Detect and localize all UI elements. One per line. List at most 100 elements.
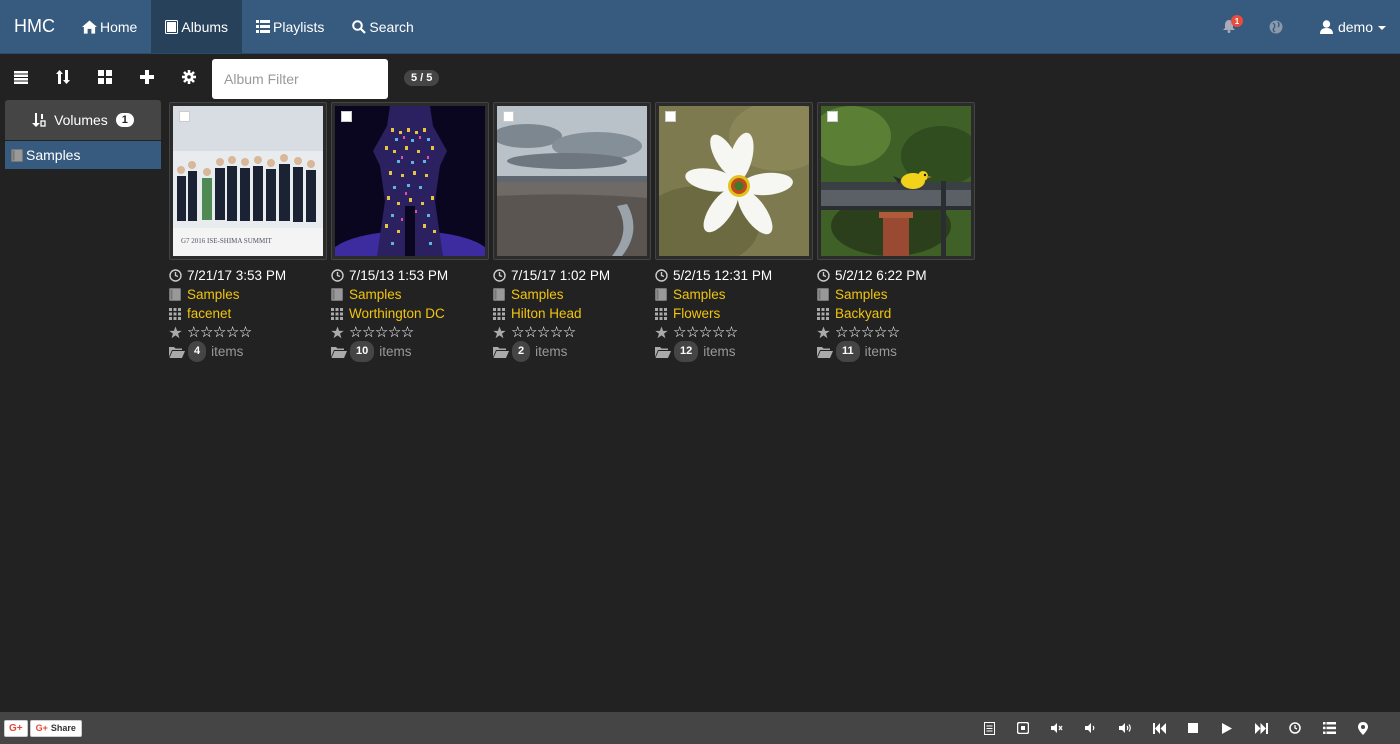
list-view-button[interactable] xyxy=(0,57,42,97)
nav-playlists[interactable]: Playlists xyxy=(242,0,338,53)
album-name-link[interactable]: Hilton Head xyxy=(511,304,582,323)
album-thumbnail[interactable] xyxy=(655,102,813,260)
album-item-count: 2 xyxy=(512,341,531,362)
album-name-link[interactable]: Flowers xyxy=(673,304,720,323)
album-select-checkbox[interactable] xyxy=(179,111,190,122)
album-cover-image xyxy=(659,106,809,256)
share-button[interactable]: G+ Share xyxy=(29,719,82,737)
nav-search[interactable]: Search xyxy=(338,0,427,53)
album-select-checkbox[interactable] xyxy=(503,111,514,122)
volume-up-button[interactable] xyxy=(1108,712,1142,744)
settings-button[interactable] xyxy=(168,57,210,97)
folder-open-icon xyxy=(331,346,349,358)
stop-icon xyxy=(1188,723,1198,733)
album-rating-row: ☆☆☆☆☆ xyxy=(169,323,331,342)
album-thumbnail[interactable] xyxy=(331,102,489,260)
album-count-row: 2 items xyxy=(493,341,655,362)
footer-player-bar: G+ G+ Share xyxy=(0,712,1400,744)
notifications-button[interactable]: 1 xyxy=(1209,0,1249,53)
sidebar-item-samples[interactable]: Samples xyxy=(5,141,161,169)
grid-icon xyxy=(331,307,349,320)
album-rating-stars[interactable]: ☆☆☆☆☆ xyxy=(187,323,252,342)
nav-search-label: Search xyxy=(369,18,414,35)
skip-forward-button[interactable] xyxy=(1244,712,1278,744)
album-rating-stars[interactable]: ☆☆☆☆☆ xyxy=(673,323,738,342)
album-meta: 7/15/13 1:53 PM Samples Worthington DC ☆… xyxy=(331,260,493,362)
album-date-row: 7/15/17 1:02 PM xyxy=(493,266,655,285)
album-meta: 7/15/17 1:02 PM Samples Hilton Head ☆☆☆☆… xyxy=(493,260,655,362)
screen-button[interactable] xyxy=(1006,712,1040,744)
album-volume-link[interactable]: Samples xyxy=(673,285,726,304)
list-icon xyxy=(256,20,271,33)
star-icon xyxy=(331,326,349,339)
gear-icon xyxy=(182,70,196,84)
grid-icon xyxy=(169,307,187,320)
add-album-button[interactable] xyxy=(126,57,168,97)
album-date: 7/15/13 1:53 PM xyxy=(349,268,449,283)
globe-icon xyxy=(1269,20,1283,34)
album-volume-row: Samples xyxy=(817,285,979,304)
album-rating-row: ☆☆☆☆☆ xyxy=(331,323,493,342)
album-rating-stars[interactable]: ☆☆☆☆☆ xyxy=(835,323,900,342)
playlist-button[interactable] xyxy=(1312,712,1346,744)
folder-open-icon xyxy=(655,346,673,358)
document-icon xyxy=(983,721,995,735)
stop-button[interactable] xyxy=(1176,712,1210,744)
album-name-row: Hilton Head xyxy=(493,304,655,323)
album-volume-link[interactable]: Samples xyxy=(187,285,240,304)
document-button[interactable] xyxy=(972,712,1006,744)
album-thumbnail[interactable] xyxy=(817,102,975,260)
plus-icon xyxy=(140,70,154,84)
album-select-checkbox[interactable] xyxy=(665,111,676,122)
nav-home[interactable]: Home xyxy=(68,0,151,53)
album-grid: G7 2016 ISE-SHIMA SUMMIT 7/21/17 3:53 PM… xyxy=(169,102,979,362)
album-filter-input[interactable] xyxy=(212,59,388,99)
items-label: items xyxy=(379,344,412,359)
album-select-checkbox[interactable] xyxy=(827,111,838,122)
album-date: 7/21/17 3:53 PM xyxy=(187,268,287,283)
volume-off-icon xyxy=(1051,723,1063,733)
album-meta: 5/2/12 6:22 PM Samples Backyard ☆☆☆☆☆ 11… xyxy=(817,260,979,362)
timer-button[interactable] xyxy=(1278,712,1312,744)
play-button[interactable] xyxy=(1210,712,1244,744)
skip-back-button[interactable] xyxy=(1142,712,1176,744)
album-date-row: 5/2/15 12:31 PM xyxy=(655,266,817,285)
album-rating-stars[interactable]: ☆☆☆☆☆ xyxy=(349,323,414,342)
user-menu[interactable]: demo xyxy=(1306,0,1400,53)
google-plus-button[interactable]: G+ xyxy=(4,719,28,737)
album-rating-row: ☆☆☆☆☆ xyxy=(655,323,817,342)
album-volume-link[interactable]: Samples xyxy=(511,285,564,304)
star-icon xyxy=(655,326,673,339)
mute-button[interactable] xyxy=(1040,712,1074,744)
nav-playlists-label: Playlists xyxy=(273,18,325,35)
album-rating-row: ☆☆☆☆☆ xyxy=(493,323,655,342)
album-toolbar: 5 / 5 xyxy=(0,54,1400,100)
volumes-header-label: Volumes xyxy=(54,112,108,128)
album-icon xyxy=(11,148,23,162)
volume-down-button[interactable] xyxy=(1074,712,1108,744)
album-count-row: 11 items xyxy=(817,341,979,362)
album-name-link[interactable]: facenet xyxy=(187,304,231,323)
album-cover-image xyxy=(821,106,971,256)
album-card: 7/15/13 1:53 PM Samples Worthington DC ☆… xyxy=(331,102,493,362)
globe-button[interactable] xyxy=(1249,0,1306,53)
album-select-checkbox[interactable] xyxy=(341,111,352,122)
album-name-link[interactable]: Backyard xyxy=(835,304,891,323)
top-navbar: HMC Home Albums Playlists Search 1 demo xyxy=(0,0,1400,54)
album-name-row: facenet xyxy=(169,304,331,323)
album-volume-link[interactable]: Samples xyxy=(835,285,888,304)
player-controls xyxy=(972,712,1380,744)
clock-icon xyxy=(493,269,511,282)
album-name-link[interactable]: Worthington DC xyxy=(349,304,445,323)
sort-button[interactable] xyxy=(42,57,84,97)
album-thumbnail[interactable]: G7 2016 ISE-SHIMA SUMMIT xyxy=(169,102,327,260)
brand-logo[interactable]: HMC xyxy=(0,0,68,53)
share-label: Share xyxy=(50,723,76,733)
grid-view-button[interactable] xyxy=(84,57,126,97)
album-thumbnail[interactable] xyxy=(493,102,651,260)
album-rating-stars[interactable]: ☆☆☆☆☆ xyxy=(511,323,576,342)
location-button[interactable] xyxy=(1346,712,1380,744)
volumes-header[interactable]: Volumes 1 xyxy=(5,100,161,140)
album-volume-link[interactable]: Samples xyxy=(349,285,402,304)
nav-albums[interactable]: Albums xyxy=(151,0,243,53)
